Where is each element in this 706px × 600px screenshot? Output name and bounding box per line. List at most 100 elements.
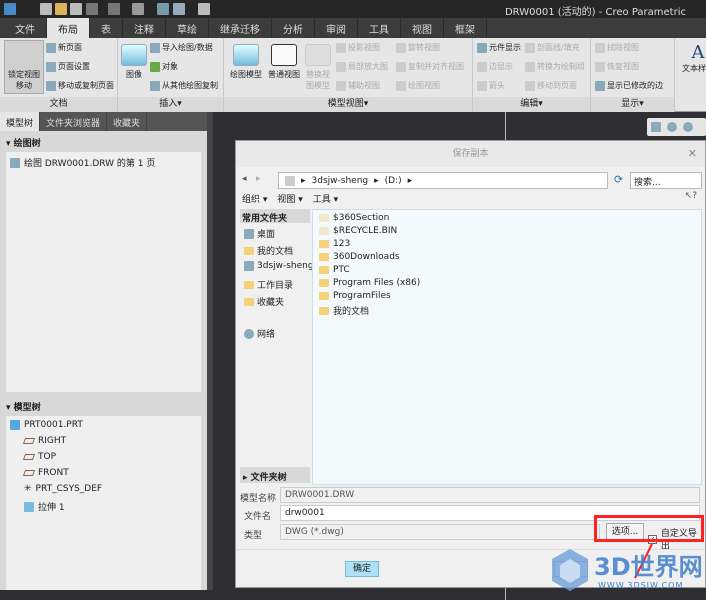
watermark-cube-icon [552, 549, 588, 591]
path-segment[interactable]: 3dsjw-sheng [312, 176, 369, 186]
page-setup-button[interactable]: 页面设置 [46, 61, 90, 72]
group-label[interactable]: 显示▾ [591, 97, 674, 112]
tree-item[interactable]: PRT0001.PRT [10, 420, 83, 430]
forward-icon[interactable]: ▸ [256, 174, 261, 184]
element-display-button[interactable]: 元件显示 [477, 42, 521, 53]
tab-review[interactable]: 审阅 [315, 18, 358, 38]
tree-item[interactable]: TOP [22, 452, 56, 462]
import-button[interactable]: 导入绘图/数据 [150, 42, 213, 53]
revolved-view-button[interactable]: 旋转视图 [396, 42, 440, 53]
copy-from-drawing-button[interactable]: 从其他绘图复制 [150, 80, 218, 91]
tab-model-tree[interactable]: 模型树 [0, 112, 41, 131]
file-item[interactable]: 我的文档 [319, 304, 369, 317]
zoom-in-icon[interactable] [667, 122, 677, 132]
windows-icon[interactable] [173, 3, 185, 15]
path-segment[interactable]: (D:) [385, 176, 402, 186]
group-label[interactable]: 编辑▾ [473, 97, 590, 112]
group-label[interactable]: 插入▾ [118, 97, 223, 112]
replace-view-model-button[interactable]: 替换视图模型 [304, 44, 332, 91]
auxiliary-view-button[interactable]: 辅助视图 [336, 80, 380, 91]
tab-tools[interactable]: 工具 [358, 18, 401, 38]
lock-view-move-button[interactable]: 锁定视图移动 [4, 40, 44, 94]
image-button[interactable]: 图像 [120, 44, 148, 80]
extrude-icon [24, 501, 34, 512]
sidebar-item-favorites[interactable]: 收藏夹 [244, 295, 284, 308]
back-icon[interactable]: ◂ [242, 174, 247, 184]
tab-legacy[interactable]: 继承迁移 [209, 18, 272, 38]
refit-icon[interactable] [651, 122, 661, 132]
search-input[interactable]: 搜索... [630, 172, 702, 189]
address-bar[interactable]: ▸ 3dsjw-sheng ▸ (D:) ▸ [278, 172, 608, 189]
convert-button[interactable]: 转换为绘制组 [525, 61, 585, 72]
drawing-view-button[interactable]: 绘图视图 [396, 80, 440, 91]
resume-view-button[interactable]: 恢复视图 [595, 61, 639, 72]
erase-view-button[interactable]: 拭除视图 [595, 42, 639, 53]
file-item[interactable]: $RECYCLE.BIN [319, 226, 397, 236]
tab-sketch[interactable]: 草绘 [166, 18, 209, 38]
tab-view[interactable]: 视图 [401, 18, 444, 38]
folder-tree-toggle[interactable]: ▸ 文件夹树 [240, 467, 310, 483]
move-to-page-button[interactable]: 移动到页面 [525, 80, 577, 91]
refresh-icon[interactable]: ⟳ [614, 173, 623, 186]
new-page-button[interactable]: 新页面 [46, 42, 82, 53]
show-modified-edges-button[interactable]: 显示已修改的边 [595, 80, 663, 91]
close-icon[interactable]: ✕ [688, 147, 697, 160]
group-display: 拭除视图 恢复视图 显示已修改的边 显示▾ [591, 38, 675, 112]
undo-icon[interactable] [86, 3, 98, 15]
move-copy-page-button[interactable]: 移动或复制页面 [46, 80, 114, 91]
tab-favorites[interactable]: 收藏夹 [107, 112, 148, 131]
file-item[interactable]: 123 [319, 239, 350, 249]
redo-icon[interactable] [108, 3, 120, 15]
view-menu[interactable]: 视图 ▾ [277, 192, 302, 205]
tab-frame[interactable]: 框架 [444, 18, 487, 38]
regenerate-icon[interactable] [157, 3, 169, 15]
sidebar-item-working-directory[interactable]: 工作目录 [244, 278, 293, 291]
tab-analysis[interactable]: 分析 [272, 18, 315, 38]
tree-item[interactable]: RIGHT [22, 436, 66, 446]
drawing-tree-header[interactable]: ▾ 绘图树 [6, 136, 201, 150]
tab-table[interactable]: 表 [90, 18, 123, 38]
select-icon[interactable] [132, 3, 144, 15]
ok-button[interactable]: 确定 [345, 561, 379, 577]
tab-folder-browser[interactable]: 文件夹浏览器 [40, 112, 108, 131]
section-line-button[interactable]: 剖面线/填充 [525, 42, 580, 53]
organize-menu[interactable]: 组织 ▾ [242, 192, 267, 205]
tools-menu[interactable]: 工具 ▾ [313, 192, 338, 205]
tab-file[interactable]: 文件 [4, 18, 47, 38]
drawing-model-button[interactable]: 绘图模型 [228, 44, 264, 80]
close-window-icon[interactable] [198, 3, 210, 15]
tree-item[interactable]: 拉伸 1 [24, 500, 65, 513]
general-view-button[interactable]: 普通视图 [266, 44, 302, 80]
object-button[interactable]: 对象 [150, 61, 178, 72]
model-tree-header[interactable]: ▾ 模型树 [6, 400, 201, 414]
new-icon[interactable] [40, 3, 52, 15]
file-item[interactable]: Program Files (x86) [319, 278, 420, 288]
sidebar-item-documents[interactable]: 我的文档 [244, 244, 293, 257]
tree-item[interactable]: FRONT [22, 468, 69, 478]
file-item[interactable]: $360Section [319, 213, 389, 223]
edge-display-button[interactable]: 边显示 [477, 61, 513, 72]
file-item[interactable]: 360Downloads [319, 252, 400, 262]
tab-annotate[interactable]: 注释 [123, 18, 166, 38]
tree-item[interactable]: ✳ PRT_CSYS_DEF [24, 484, 102, 494]
sidebar-item-network[interactable]: 网络 [244, 327, 275, 340]
sidebar-item-computer[interactable]: 3dsjw-sheng [244, 261, 314, 271]
projection-view-button[interactable]: 投影视图 [336, 42, 380, 53]
type-select[interactable]: DWG (*.dwg) [280, 524, 600, 540]
file-item[interactable]: PTC [319, 265, 350, 275]
group-label[interactable]: 模型视图▾ [224, 97, 472, 112]
tree-item[interactable]: 绘图 DRW0001.DRW 的第 1 页 [10, 156, 155, 169]
save-icon[interactable] [70, 3, 82, 15]
watermark-logo: 3D世界网 WWW.3DSJW.COM [550, 545, 706, 597]
panel-splitter[interactable] [207, 112, 213, 590]
arrow-button[interactable]: 箭头 [477, 80, 505, 91]
zoom-out-icon[interactable] [683, 122, 693, 132]
copy-align-view-button[interactable]: 复制并对齐视图 [396, 61, 464, 72]
detail-view-button[interactable]: 局部放大图 [336, 61, 388, 72]
text-style-button[interactable]: A文本样式 [678, 42, 706, 74]
open-icon[interactable] [55, 3, 67, 15]
tab-layout[interactable]: 布局 [47, 18, 90, 38]
help-icon[interactable]: ↖? [685, 191, 697, 201]
sidebar-item-desktop[interactable]: 桌面 [244, 227, 275, 240]
file-item[interactable]: ProgramFiles [319, 291, 391, 301]
